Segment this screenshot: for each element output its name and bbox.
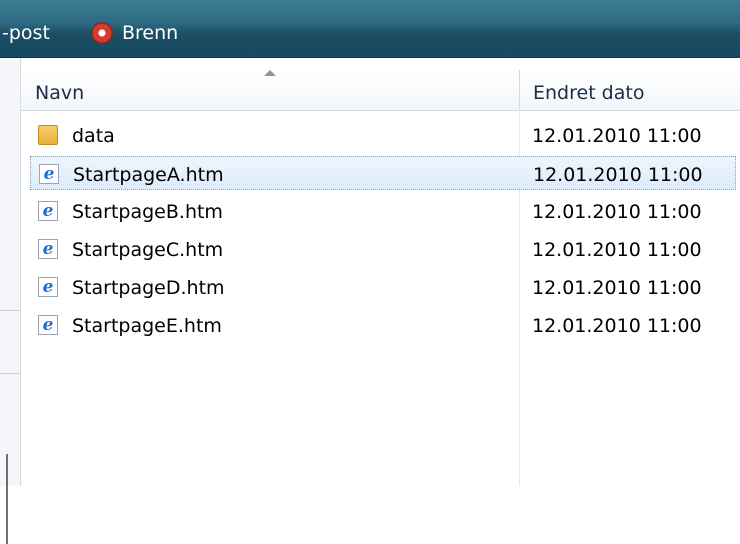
ie-document-icon: e: [39, 164, 59, 184]
file-list-item[interactable]: e StartpageB.htm 12.01.2010 11:00: [30, 194, 736, 228]
toolbar: -post Brenn: [0, 0, 740, 58]
sort-ascending-icon: [264, 70, 276, 76]
ie-logo-glyph: e: [43, 163, 55, 184]
navigation-pane-divider: [0, 310, 20, 374]
column-header-bar: Navn Endret dato: [21, 70, 740, 111]
file-modified-date: 12.01.2010 11:00: [532, 125, 702, 147]
file-name: StartpageC.htm: [72, 239, 224, 261]
burn-disc-icon: [92, 23, 112, 43]
file-modified-date: 12.01.2010 11:00: [532, 277, 702, 299]
ie-document-icon: e: [38, 201, 58, 221]
burn-toolbar-label: Brenn: [122, 22, 179, 44]
ie-document-icon: e: [38, 277, 58, 297]
file-name: data: [72, 125, 115, 147]
file-name: StartpageA.htm: [73, 164, 224, 186]
ie-document-icon: e: [38, 315, 58, 335]
file-list-item[interactable]: data 12.01.2010 11:00: [30, 118, 736, 152]
column-header-modified-date[interactable]: Endret dato: [533, 82, 644, 104]
navigation-pane-scrollbar[interactable]: [6, 454, 8, 544]
ie-logo-glyph: e: [42, 276, 54, 297]
file-list-item[interactable]: e StartpageA.htm 12.01.2010 11:00: [30, 156, 736, 190]
file-list-item[interactable]: e StartpageD.htm 12.01.2010 11:00: [30, 270, 736, 304]
file-modified-date: 12.01.2010 11:00: [532, 201, 702, 223]
file-name: StartpageB.htm: [72, 201, 223, 223]
ie-logo-glyph: e: [42, 314, 54, 335]
ie-logo-glyph: e: [42, 238, 54, 259]
folder-icon: [38, 125, 58, 145]
email-toolbar-button[interactable]: -post: [2, 20, 50, 46]
file-modified-date: 12.01.2010 11:00: [533, 164, 703, 186]
file-list-item[interactable]: e StartpageE.htm 12.01.2010 11:00: [30, 308, 736, 342]
file-name: StartpageD.htm: [72, 277, 225, 299]
file-modified-date: 12.01.2010 11:00: [532, 315, 702, 337]
column-divider[interactable]: [519, 70, 520, 110]
burn-toolbar-button[interactable]: Brenn: [92, 20, 178, 46]
ie-logo-glyph: e: [42, 200, 54, 221]
file-name: StartpageE.htm: [72, 315, 222, 337]
column-header-name[interactable]: Navn: [35, 82, 84, 104]
file-modified-date: 12.01.2010 11:00: [532, 239, 702, 261]
file-list-item[interactable]: e StartpageC.htm 12.01.2010 11:00: [30, 232, 736, 266]
ie-document-icon: e: [38, 239, 58, 259]
email-toolbar-label: -post: [2, 22, 50, 44]
navigation-pane: [0, 58, 21, 544]
